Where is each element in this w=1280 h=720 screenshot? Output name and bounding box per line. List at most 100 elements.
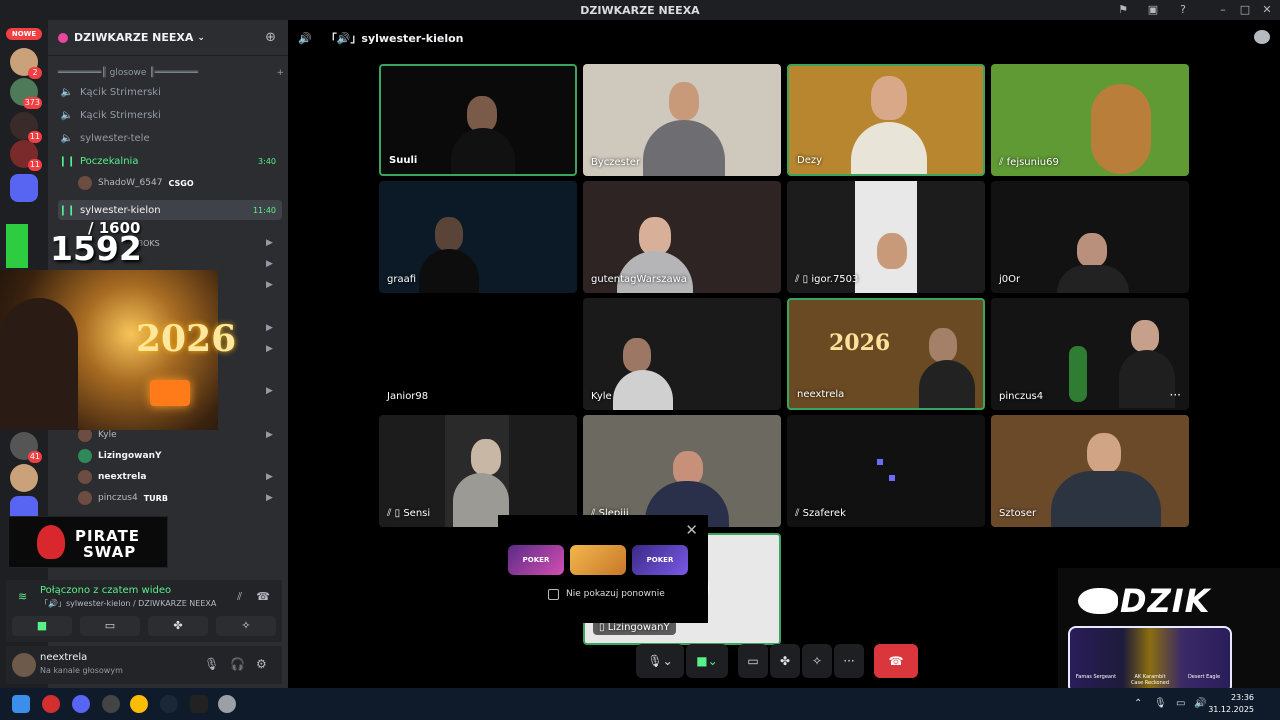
mic-toggle-button[interactable]: 🎙⌄: [636, 644, 684, 678]
mic-muted-icon: ⫽: [999, 157, 1007, 168]
server-icon[interactable]: [10, 464, 38, 492]
dont-show-again-checkbox[interactable]: [548, 589, 559, 600]
video-tile[interactable]: Dezy: [787, 64, 985, 176]
inbox-icon[interactable]: ▣: [1146, 3, 1160, 17]
more-options-button[interactable]: ···: [834, 644, 864, 678]
video-tile[interactable]: Janior98: [379, 298, 577, 410]
channel-item[interactable]: 🔈 Kącik Strimerski: [58, 105, 282, 125]
video-tile[interactable]: 2026 neextrela: [787, 298, 985, 410]
soundboard-button[interactable]: ✧: [216, 616, 276, 636]
settings-icon[interactable]: ⚙: [256, 657, 267, 671]
clock[interactable]: 23:36 31.12.2025: [1208, 692, 1254, 716]
help-icon[interactable]: ?: [1176, 3, 1190, 17]
streamer-webcam: 2026: [0, 270, 236, 430]
obs-icon[interactable]: [102, 695, 120, 713]
connection-location[interactable]: 「🔊」sylwester-kielon / DZIWKARZE NEEXA: [40, 598, 216, 609]
video-tile[interactable]: ⫽ ▯ Sensi: [379, 415, 577, 527]
camera-icon: ▶: [266, 259, 273, 269]
video-tile[interactable]: Kyle: [583, 298, 781, 410]
channel-time: 3:40: [258, 156, 276, 166]
channel-label: sylwester-kielon: [80, 204, 161, 216]
channel-item-active[interactable]: ❙❙ sylwester-kielon 11:40: [58, 200, 282, 220]
category-header[interactable]: ════════║ glosowe ║════════ +: [58, 68, 288, 78]
maximize-icon[interactable]: □: [1238, 3, 1252, 17]
end-call-button[interactable]: ☎: [874, 644, 918, 678]
video-tile[interactable]: ⫽ ▯ igor.7503: [787, 181, 985, 293]
discord-icon[interactable]: [72, 695, 90, 713]
headphones-icon[interactable]: 🎧: [230, 657, 245, 671]
participant-name: neextrela: [797, 389, 845, 400]
server-icon[interactable]: 373: [10, 78, 42, 109]
close-window-icon[interactable]: ✕: [1260, 3, 1274, 17]
video-tile[interactable]: ⫽ Szaferek: [787, 415, 985, 527]
avatar: [78, 491, 92, 505]
opera-icon[interactable]: [42, 695, 60, 713]
voice-member[interactable]: LizingowanY: [78, 447, 162, 465]
server-icon[interactable]: 11: [10, 112, 42, 143]
mic-icon[interactable]: 🎙: [204, 657, 219, 671]
chrome-icon[interactable]: [130, 695, 148, 713]
channel-item[interactable]: ❙❙ Poczekalnia 3:40: [58, 151, 282, 171]
settings-app-icon[interactable]: [218, 695, 236, 713]
video-tile[interactable]: Byczester: [583, 64, 781, 176]
new-badge[interactable]: NOWE: [6, 28, 42, 40]
tray-volume-icon[interactable]: 🔊: [1194, 698, 1206, 709]
channel-label: Kącik Strimerski: [80, 86, 161, 98]
member-tag: CSGO: [168, 178, 194, 188]
tray-mic-icon[interactable]: 🎙: [1154, 698, 1167, 709]
screen-share-button[interactable]: ▭: [738, 644, 768, 678]
signal-icon[interactable]: ≋: [18, 590, 27, 603]
video-tile[interactable]: Suuli: [379, 64, 577, 176]
participant-name: ⫽ fejsuniu69: [999, 157, 1059, 168]
video-tile[interactable]: ⫽ Slepiii: [583, 415, 781, 527]
participant-name: ⫽ Szaferek: [795, 508, 846, 519]
speaker-icon: 🔊: [298, 31, 312, 45]
start-icon[interactable]: [12, 695, 30, 713]
noise-suppression-icon[interactable]: ⫽: [237, 590, 242, 604]
video-tile[interactable]: gutentagWarszawa: [583, 181, 781, 293]
activity-card[interactable]: POKER: [508, 545, 564, 575]
participant-name: Janior98: [387, 391, 429, 402]
folder-icon[interactable]: [10, 174, 38, 202]
tray-chevron-icon[interactable]: ⌃: [1134, 698, 1142, 709]
video-tile[interactable]: j0Or: [991, 181, 1189, 293]
avatar[interactable]: [12, 653, 36, 677]
server-icon[interactable]: 11: [10, 140, 42, 171]
chat-icon[interactable]: [1254, 30, 1270, 44]
camera-button[interactable]: ■: [12, 616, 72, 636]
voice-member[interactable]: pinczus4 TURB: [78, 489, 168, 507]
server-icon[interactable]: 2: [10, 48, 42, 79]
camera-toggle-button[interactable]: ■⌄: [686, 644, 728, 678]
steam-icon[interactable]: [160, 695, 178, 713]
minimize-icon[interactable]: –: [1216, 3, 1230, 17]
pirate-logo-icon: [37, 525, 65, 559]
activity-card[interactable]: [570, 545, 626, 575]
video-tile[interactable]: Sztoser: [991, 415, 1189, 527]
more-options-icon[interactable]: ···: [1170, 388, 1181, 402]
activity-card[interactable]: POKER: [632, 545, 688, 575]
video-tile[interactable]: pinczus4 ···: [991, 298, 1189, 410]
video-tile[interactable]: graafi: [379, 181, 577, 293]
voice-member[interactable]: neextrela: [78, 468, 146, 486]
close-icon[interactable]: ✕: [685, 521, 698, 539]
add-channel-icon[interactable]: +: [276, 68, 284, 78]
activities-button[interactable]: ✤: [770, 644, 800, 678]
server-icon[interactable]: 41: [10, 432, 42, 463]
participant-name: pinczus4: [999, 391, 1044, 402]
app-icon[interactable]: [190, 695, 208, 713]
screen-share-button[interactable]: ▭: [80, 616, 140, 636]
disconnect-icon[interactable]: ☎: [256, 590, 270, 603]
channel-item[interactable]: 🔈 Kącik Strimerski: [58, 82, 282, 102]
participant-name: ⫽ ▯ Sensi: [387, 508, 431, 519]
guild-header[interactable]: DZIWKARZE NEEXA ⌄: [48, 20, 288, 56]
phone-icon: ▯: [599, 622, 608, 633]
camera-icon: ▶: [266, 323, 273, 333]
channel-item[interactable]: 🔈 sylwester-tele: [58, 128, 282, 148]
activities-button[interactable]: ✤: [148, 616, 208, 636]
flag-icon[interactable]: ⚑: [1116, 3, 1130, 17]
video-tile[interactable]: ⫽ fejsuniu69: [991, 64, 1189, 176]
invite-icon[interactable]: ⊕: [265, 30, 276, 45]
soundboard-button[interactable]: ✧: [802, 644, 832, 678]
tray-network-icon[interactable]: ▭: [1176, 698, 1185, 709]
voice-member[interactable]: ShadoW_6547 CSGO: [78, 174, 194, 192]
